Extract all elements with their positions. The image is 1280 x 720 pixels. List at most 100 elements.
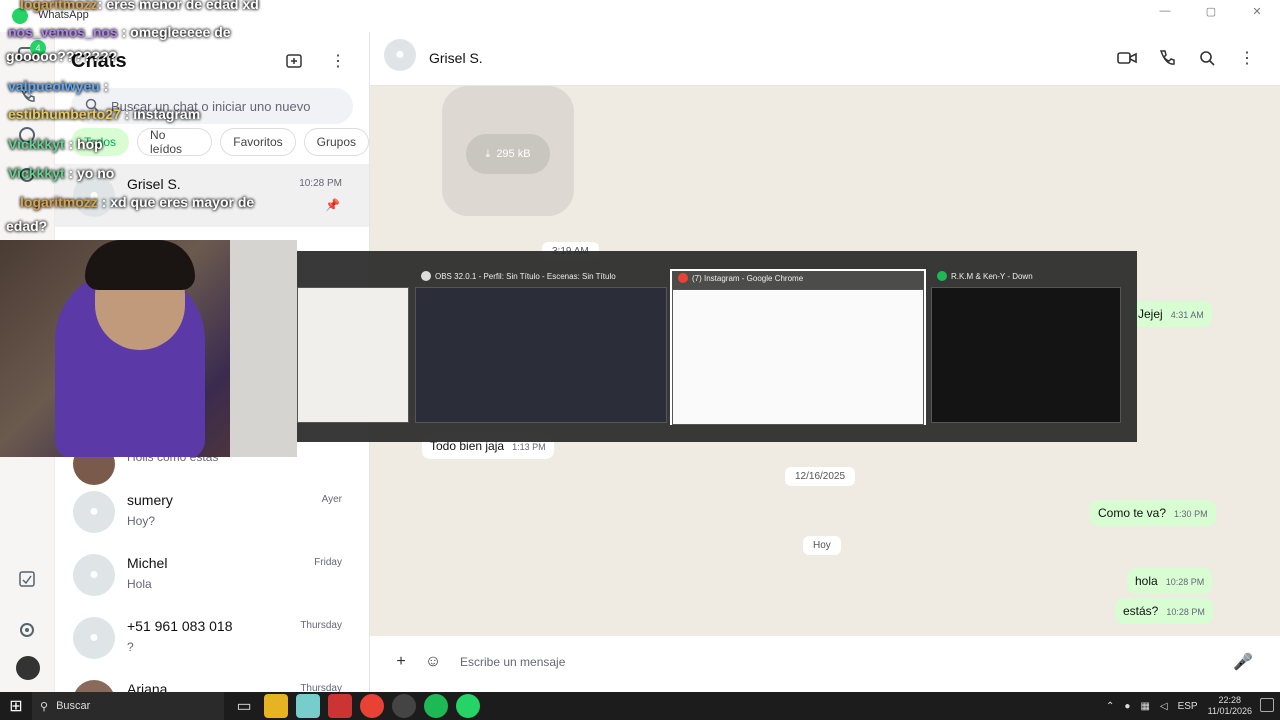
filter-groups[interactable]: Grupos (303, 128, 369, 156)
window-thumbnail (297, 287, 409, 423)
webcam-overlay (0, 240, 297, 457)
window-thumbnail (931, 287, 1121, 423)
contact-avatar[interactable]: ● (384, 39, 416, 71)
message-time: 4:31 AM (1170, 310, 1204, 320)
webcam-background (230, 240, 297, 457)
app-icon[interactable] (328, 694, 352, 718)
clock[interactable]: 22:28 11/01/2026 (1208, 695, 1252, 717)
system-tray: ⌃ ● ▦ ◁ ESP 22:28 11/01/2026 (1106, 692, 1252, 720)
chat-line: logaritmozz : xd que eres mayor de (20, 194, 255, 210)
window-thumbnail (415, 287, 667, 423)
chrome-icon[interactable] (360, 694, 384, 718)
microphone-icon[interactable]: 🎤 (1232, 651, 1254, 673)
avatar: ● (73, 553, 115, 596)
chat-name: Michel (127, 555, 168, 571)
tray-chevron-icon[interactable]: ⌃ (1106, 701, 1114, 712)
message-text: hola (1135, 574, 1158, 588)
chat-line: logaritmozz: eres menor de edad xd (20, 0, 259, 12)
chat-line: Vickkkyt : yo no (8, 165, 115, 181)
profile-avatar[interactable] (16, 656, 40, 680)
window-switcher: OBS 32.0.1 - Perfil: Sin Título - Escena… (297, 251, 1137, 442)
task-view-icon[interactable]: ▭ (232, 694, 256, 718)
chat-name: sumery (127, 492, 173, 508)
avatar (73, 679, 115, 692)
message-time: 1:30 PM (1174, 509, 1208, 519)
message-text: estás? (1123, 604, 1159, 618)
window-controls: — ▢ ✕ (1142, 0, 1280, 22)
chat-row[interactable]: Ariana Thursday (55, 669, 369, 692)
close-button[interactable]: ✕ (1234, 0, 1280, 22)
clock-time: 22:28 (1218, 695, 1242, 705)
switcher-window-spotify[interactable]: R.K.M & Ken-Y - Down (931, 269, 1121, 425)
chat-last-message: Hola (127, 577, 152, 591)
window-caption: R.K.M & Ken-Y - Down (937, 271, 1033, 281)
starred-icon[interactable] (16, 568, 38, 590)
settings-icon[interactable] (16, 619, 38, 641)
sticker-icon[interactable]: ☺ (422, 651, 444, 673)
menu-icon[interactable]: ⋮ (327, 50, 349, 72)
notifications-icon[interactable] (1260, 698, 1274, 712)
contact-name[interactable]: Grisel S. (429, 50, 483, 66)
chat-line: estibhumberto27 : instagram (8, 106, 201, 122)
notepad-icon[interactable] (296, 694, 320, 718)
more-options-icon[interactable]: ⋮ (1236, 47, 1258, 69)
chat-line: valpueoiwyeu : (8, 78, 109, 94)
switcher-window-chrome[interactable]: (7) Instagram - Google Chrome (670, 269, 926, 425)
window-thumbnail (672, 289, 924, 425)
chat-line: Vickkkyt : hop (8, 136, 103, 152)
window-caption: (7) Instagram - Google Chrome (678, 273, 803, 283)
mic-icon[interactable]: ● (1124, 701, 1130, 712)
chat-row[interactable]: ● sumery Hoy? Ayer (55, 480, 369, 543)
attach-icon[interactable]: + (390, 651, 412, 673)
language-indicator[interactable]: ESP (1178, 701, 1198, 712)
date-chip: 12/16/2025 (785, 467, 856, 486)
search-icon[interactable] (1196, 47, 1218, 69)
message-bubble: estás? 10:28 PM (1115, 598, 1213, 624)
minimize-button[interactable]: — (1142, 0, 1188, 22)
obs-icon[interactable] (392, 694, 416, 718)
chat-row[interactable]: ● Michel Hola Friday (55, 543, 369, 606)
avatar: ● (73, 490, 115, 533)
chrome-icon (678, 273, 688, 283)
clock-date: 11/01/2026 (1207, 706, 1252, 716)
chat-last-message: Hoy? (127, 514, 156, 528)
stream-chat-overlay: logaritmozz: eres menor de edad xd nos_v… (0, 0, 300, 240)
switcher-window-obs[interactable]: OBS 32.0.1 - Perfil: Sin Título - Escena… (415, 269, 667, 425)
chat-line: edad? (6, 218, 48, 234)
message-bubble: hola 10:28 PM (1127, 568, 1213, 594)
avatar: ● (73, 616, 115, 659)
message-composer: + ☺ Escribe un mensaje 🎤 (380, 640, 1268, 684)
window-caption: OBS 32.0.1 - Perfil: Sin Título - Escena… (421, 271, 616, 281)
maximize-button[interactable]: ▢ (1188, 0, 1234, 22)
video-call-icon[interactable] (1116, 47, 1138, 69)
pin-icon: 📌 (325, 198, 340, 212)
chat-time: Ayer (321, 494, 342, 505)
message-text: Jejej (1138, 307, 1163, 321)
message-text: Como te va? (1098, 506, 1167, 520)
chat-row[interactable]: ● +51 961 083 018 ? Thursday (55, 606, 369, 669)
switcher-window-whatsapp[interactable] (297, 269, 409, 425)
spotify-icon (937, 271, 947, 281)
whatsapp-icon[interactable] (456, 694, 480, 718)
voice-call-icon[interactable] (1156, 47, 1178, 69)
webcam-hair (85, 240, 195, 290)
chat-line: gooooo??????? (6, 48, 118, 64)
volume-icon[interactable]: ◁ (1160, 701, 1168, 712)
conversation-header: ● Grisel S. ⋮ (370, 32, 1280, 86)
chat-time: Thursday (300, 620, 342, 631)
windows-start-icon[interactable]: ⊞ (0, 692, 32, 720)
chat-time: Friday (314, 557, 342, 568)
message-bubble: Jejej 4:31 AM (1130, 301, 1212, 327)
file-explorer-icon[interactable] (264, 694, 288, 718)
message-time: 10:28 PM (1165, 577, 1205, 587)
taskbar-search[interactable]: ⚲ Buscar (32, 692, 224, 720)
taskbar: ⊞ ⚲ Buscar ▭ ⌃ ● ▦ ◁ ESP 22:28 11/01/202… (0, 692, 1280, 720)
obs-icon (421, 271, 431, 281)
message-input[interactable]: Escribe un mensaje (460, 655, 1222, 669)
chat-time: Thursday (300, 683, 342, 692)
download-button[interactable]: ⤓ 295 kB (466, 134, 550, 174)
message-time: 10:28 PM (1166, 607, 1205, 617)
network-icon[interactable]: ▦ (1140, 701, 1149, 712)
download-icon: ⤓ (485, 147, 491, 160)
spotify-icon[interactable] (424, 694, 448, 718)
